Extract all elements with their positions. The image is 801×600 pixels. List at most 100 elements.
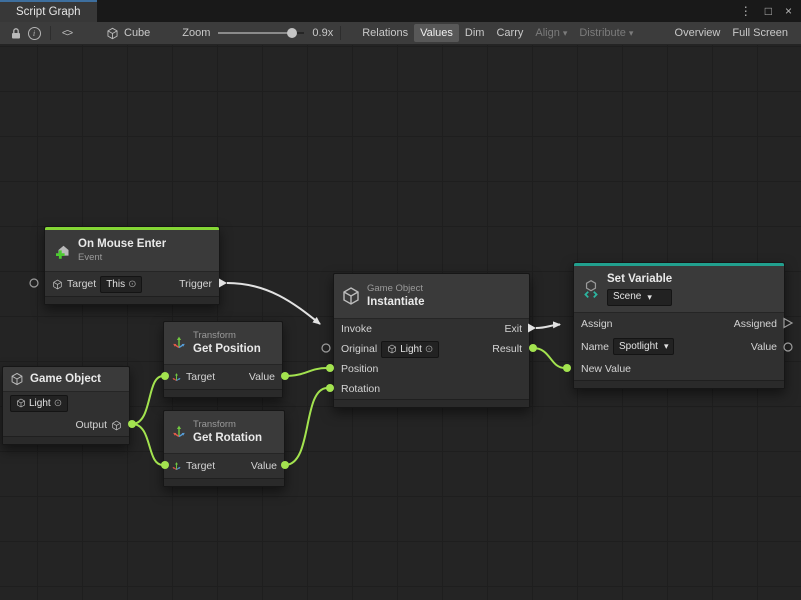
code-icon: <> [62, 27, 72, 39]
invoke-port-label: Invoke [341, 323, 372, 335]
output-port-label: Output [75, 419, 107, 431]
node-header: Game Object [3, 367, 129, 391]
game-object-icon [16, 398, 26, 408]
node-category: Game Object [367, 283, 425, 295]
zoom-label: Zoom [182, 27, 210, 39]
window-buttons: ⋮ □ × [740, 0, 801, 22]
assign-port-label: Assign [581, 318, 613, 330]
carry-toggle[interactable]: Carry [490, 24, 529, 42]
graph-owner-name: Cube [124, 27, 150, 39]
object-picker-icon[interactable]: ⊙ [54, 398, 62, 409]
node-ports: Target Value [164, 453, 284, 478]
node-ports: Assign Assigned Name Spotlight ▾ Value N… [574, 312, 784, 380]
object-field-chip[interactable]: Light ⊙ [10, 395, 68, 412]
result-port-label: Result [492, 343, 522, 355]
info-button[interactable]: i [25, 24, 43, 42]
graph-owner[interactable]: Cube [106, 27, 150, 40]
port-row: Invoke Exit [334, 319, 529, 339]
zoom-slider-handle[interactable] [287, 28, 297, 38]
node-header: On Mouse Enter Event [45, 230, 219, 271]
variable-name-dropdown[interactable]: Spotlight ▾ [613, 338, 674, 355]
transform-icon [171, 335, 187, 351]
node-subtitle: Event [78, 252, 166, 264]
port-getrot-target-input[interactable] [161, 461, 169, 469]
zoom-slider[interactable] [218, 32, 304, 34]
port-light-output[interactable] [128, 420, 136, 428]
port-row: Target Value [164, 454, 284, 478]
port-row: Name Spotlight ▾ Value [574, 335, 784, 358]
target-port-label: Target [67, 278, 96, 290]
node-ports: Invoke Exit Original Light ⊙ Result Posi… [334, 318, 529, 399]
port-row: Original Light ⊙ Result [334, 339, 529, 359]
game-object-icon [111, 420, 122, 431]
exit-port-label: Exit [504, 323, 522, 335]
object-picker-icon[interactable]: ⊙ [128, 279, 136, 290]
node-footer [3, 436, 129, 444]
maximize-icon[interactable]: □ [765, 5, 772, 17]
window-tab-bar: Script Graph ⋮ □ × [0, 0, 801, 22]
toolbar-separator [50, 26, 51, 40]
node-on-mouse-enter[interactable]: On Mouse Enter Event Target This ⊙ Trigg… [44, 226, 220, 305]
node-set-variable[interactable]: Set Variable Scene ▾ Assign Assigned Nam… [573, 262, 785, 389]
tab-bar-spacer [97, 0, 740, 22]
port-position-input[interactable] [326, 364, 334, 372]
chevron-down-icon: ▾ [647, 292, 652, 303]
port-result-output[interactable] [529, 344, 537, 352]
node-ports: Light ⊙ Output [3, 391, 129, 436]
node-game-object-light[interactable]: Game Object Light ⊙ Output [2, 366, 130, 445]
game-object-icon [52, 279, 63, 290]
target-value-chip[interactable]: This ⊙ [100, 276, 142, 293]
port-row: Light ⊙ [3, 392, 129, 414]
port-row: Target This ⊙ Trigger [45, 272, 219, 296]
relations-toggle[interactable]: Relations [356, 24, 414, 42]
port-rotation-input[interactable] [326, 384, 334, 392]
zoom-value: 0.9x [312, 27, 333, 39]
original-port-label: Original [341, 343, 377, 355]
node-footer [334, 399, 529, 407]
node-header: Transform Get Rotation [164, 411, 284, 453]
overview-button[interactable]: Overview [669, 24, 727, 42]
full-screen-button[interactable]: Full Screen [726, 24, 794, 42]
assigned-port-label: Assigned [734, 318, 777, 330]
dim-toggle[interactable]: Dim [459, 24, 491, 42]
port-row: Position [334, 359, 529, 379]
distribute-dropdown[interactable]: Distribute ▾ [573, 24, 639, 42]
node-title: Set Variable [607, 272, 672, 286]
node-category: Transform [193, 330, 261, 342]
zoom-slider-fill [218, 32, 290, 34]
port-new-value-input[interactable] [563, 364, 571, 372]
lock-button[interactable] [7, 24, 25, 42]
port-getrot-value-output[interactable] [281, 461, 289, 469]
zoom-control: Zoom 0.9x [182, 27, 333, 39]
node-instantiate[interactable]: Game Object Instantiate Invoke Exit Orig… [333, 273, 530, 408]
port-getpos-value-output[interactable] [281, 372, 289, 380]
tab-title: Script Graph [16, 6, 81, 18]
node-category: Transform [193, 419, 262, 431]
trigger-port-label: Trigger [179, 278, 212, 290]
object-field-chip[interactable]: Light ⊙ [381, 341, 439, 358]
more-menu-icon[interactable]: ⋮ [740, 5, 752, 17]
close-icon[interactable]: × [785, 5, 792, 17]
object-picker-icon[interactable]: ⊙ [425, 344, 433, 355]
lock-icon [10, 27, 22, 40]
value-port-label: Value [251, 460, 277, 472]
port-row: Output [3, 414, 129, 436]
port-row: Target Value [164, 365, 282, 389]
port-getpos-target-input[interactable] [161, 372, 169, 380]
game-object-icon [10, 372, 24, 386]
tab-script-graph[interactable]: Script Graph [0, 0, 97, 22]
node-header: Set Variable Scene ▾ [574, 266, 784, 312]
node-get-position[interactable]: Transform Get Position Target Value [163, 321, 283, 398]
values-toggle[interactable]: Values [414, 24, 459, 42]
align-dropdown[interactable]: Align ▾ [529, 24, 573, 42]
node-title: Get Position [193, 342, 261, 356]
node-header: Game Object Instantiate [334, 274, 529, 318]
mouse-event-icon [52, 241, 72, 261]
node-get-rotation[interactable]: Transform Get Rotation Target Value [163, 410, 285, 487]
new-value-port-label: New Value [581, 363, 631, 375]
edit-graph-button[interactable]: <> [58, 24, 76, 42]
target-port-label: Target [186, 371, 215, 383]
rotation-port-label: Rotation [341, 383, 380, 395]
transform-icon [171, 461, 182, 472]
variable-kind-dropdown[interactable]: Scene ▾ [607, 289, 672, 306]
